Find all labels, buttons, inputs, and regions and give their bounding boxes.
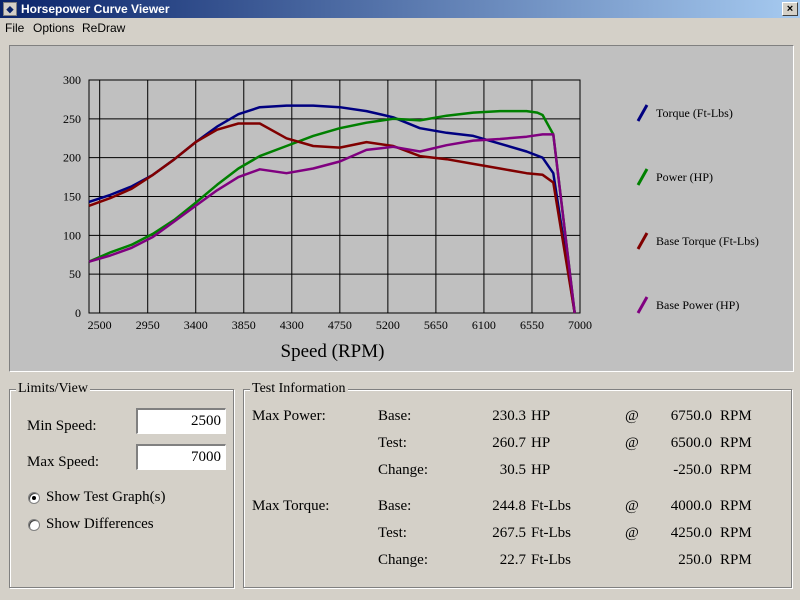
x-tick-label: 6100: [472, 318, 496, 332]
legend-swatch: [636, 168, 649, 186]
legend-swatch: [636, 296, 649, 314]
test-row-value: 260.7: [492, 435, 526, 451]
test-row-label: Test:: [378, 435, 407, 451]
legend-label: Base Power (HP): [656, 298, 739, 312]
y-tick-label: 100: [63, 228, 81, 242]
menu-redraw[interactable]: ReDraw: [82, 21, 125, 35]
test-row-at: @: [625, 408, 639, 424]
legend-swatch: [636, 232, 649, 250]
limits-view-title: Limits/View: [16, 381, 90, 397]
chart-panel: 2500 2950 3400 3850 4300 4750 5200 5650 6100 6550…: [9, 45, 794, 372]
test-row-value: 30.5: [499, 462, 526, 478]
legend-label: Torque (Ft-Lbs): [656, 106, 733, 120]
x-tick-label: 3400: [184, 318, 208, 332]
y-tick-label: 150: [63, 190, 81, 204]
x-tick-label: 6550: [520, 318, 544, 332]
x-tick-label: 4750: [328, 318, 352, 332]
test-row-value: 22.7: [499, 552, 526, 568]
y-tick-label: 0: [75, 306, 81, 320]
limits-view-group: Limits/View Min Speed: 2500 Max Speed: 7…: [9, 381, 234, 588]
test-row-rpm: -250.0: [673, 462, 712, 478]
legend-label: Base Torque (Ft-Lbs): [656, 234, 759, 248]
test-row-rpm: 4000.0: [670, 498, 712, 514]
test-row-at: @: [625, 435, 639, 451]
test-row-rpm: 4250.0: [670, 525, 712, 541]
legend-swatch: [636, 104, 649, 122]
title-bar: ◆ Horsepower Curve Viewer ×: [0, 0, 800, 18]
test-information-group: Test Information Max Power: Base: 230.3 HP @…: [243, 381, 792, 588]
test-row-rpm-unit: RPM: [720, 462, 752, 478]
min-speed-input[interactable]: 2500: [136, 408, 226, 434]
test-row-label: Base:: [378, 498, 412, 514]
window-title: Horsepower Curve Viewer: [21, 2, 170, 16]
y-tick-label: 250: [63, 112, 81, 126]
y-tick-label: 300: [63, 73, 81, 87]
test-row-label: Base:: [378, 408, 412, 424]
test-row-unit: Ft-Lbs: [531, 498, 572, 514]
x-tick-label: 7000: [568, 318, 592, 332]
test-row-unit: HP: [531, 435, 551, 451]
test-row-unit: HP: [531, 462, 551, 478]
legend-label: Power (HP): [656, 170, 713, 184]
test-information-title: Test Information: [250, 381, 348, 397]
test-row-at: @: [625, 498, 639, 514]
test-row-rpm: 250.0: [678, 552, 712, 568]
test-row-label: Change:: [378, 552, 428, 568]
test-row-rpm-unit: RPM: [720, 498, 752, 514]
test-row-at: @: [625, 525, 639, 541]
x-tick-label: 2500: [88, 318, 112, 332]
max-speed-input[interactable]: 7000: [136, 444, 226, 470]
x-tick-label: 5200: [376, 318, 400, 332]
test-row-unit: HP: [531, 408, 551, 424]
menu-bar: File Options ReDraw: [0, 18, 800, 38]
min-speed-label: Min Speed:: [27, 418, 97, 434]
x-tick-label: 2950: [136, 318, 160, 332]
y-tick-label: 200: [63, 151, 81, 165]
x-axis-label: Speed (RPM): [281, 341, 385, 362]
test-row-rpm-unit: RPM: [720, 408, 752, 424]
y-tick-label: 50: [69, 267, 81, 281]
test-row-value: 230.3: [492, 408, 526, 424]
x-tick-label: 5650: [424, 318, 448, 332]
x-tick-label: 3850: [232, 318, 256, 332]
test-row-label: Change:: [378, 462, 428, 478]
menu-options[interactable]: Options: [33, 21, 74, 35]
show-differences-radio[interactable]: [28, 519, 40, 531]
menu-file[interactable]: File: [5, 21, 24, 35]
test-row-value: 244.8: [492, 498, 526, 514]
show-differences-label[interactable]: Show Differences: [46, 516, 154, 533]
test-row-value: 267.5: [492, 525, 526, 541]
app-icon: ◆: [3, 2, 17, 16]
test-row-unit: Ft-Lbs: [531, 552, 572, 568]
test-row-rpm: 6500.0: [670, 435, 712, 451]
test-group-label: Max Power:: [252, 408, 326, 424]
show-test-graphs-label[interactable]: Show Test Graph(s): [46, 489, 166, 506]
test-row-rpm-unit: RPM: [720, 435, 752, 451]
test-row-rpm: 6750.0: [670, 408, 712, 424]
test-row-rpm-unit: RPM: [720, 552, 752, 568]
x-tick-label: 4300: [280, 318, 304, 332]
max-speed-label: Max Speed:: [27, 454, 100, 470]
test-row-label: Test:: [378, 525, 407, 541]
show-test-graphs-radio[interactable]: [28, 492, 40, 504]
horsepower-chart: 2500 2950 3400 3850 4300 4750 5200 5650 6100 6550…: [63, 73, 759, 362]
test-row-rpm-unit: RPM: [720, 525, 752, 541]
test-row-unit: Ft-Lbs: [531, 525, 572, 541]
close-button[interactable]: ×: [782, 2, 798, 16]
test-group-label: Max Torque:: [252, 498, 330, 514]
